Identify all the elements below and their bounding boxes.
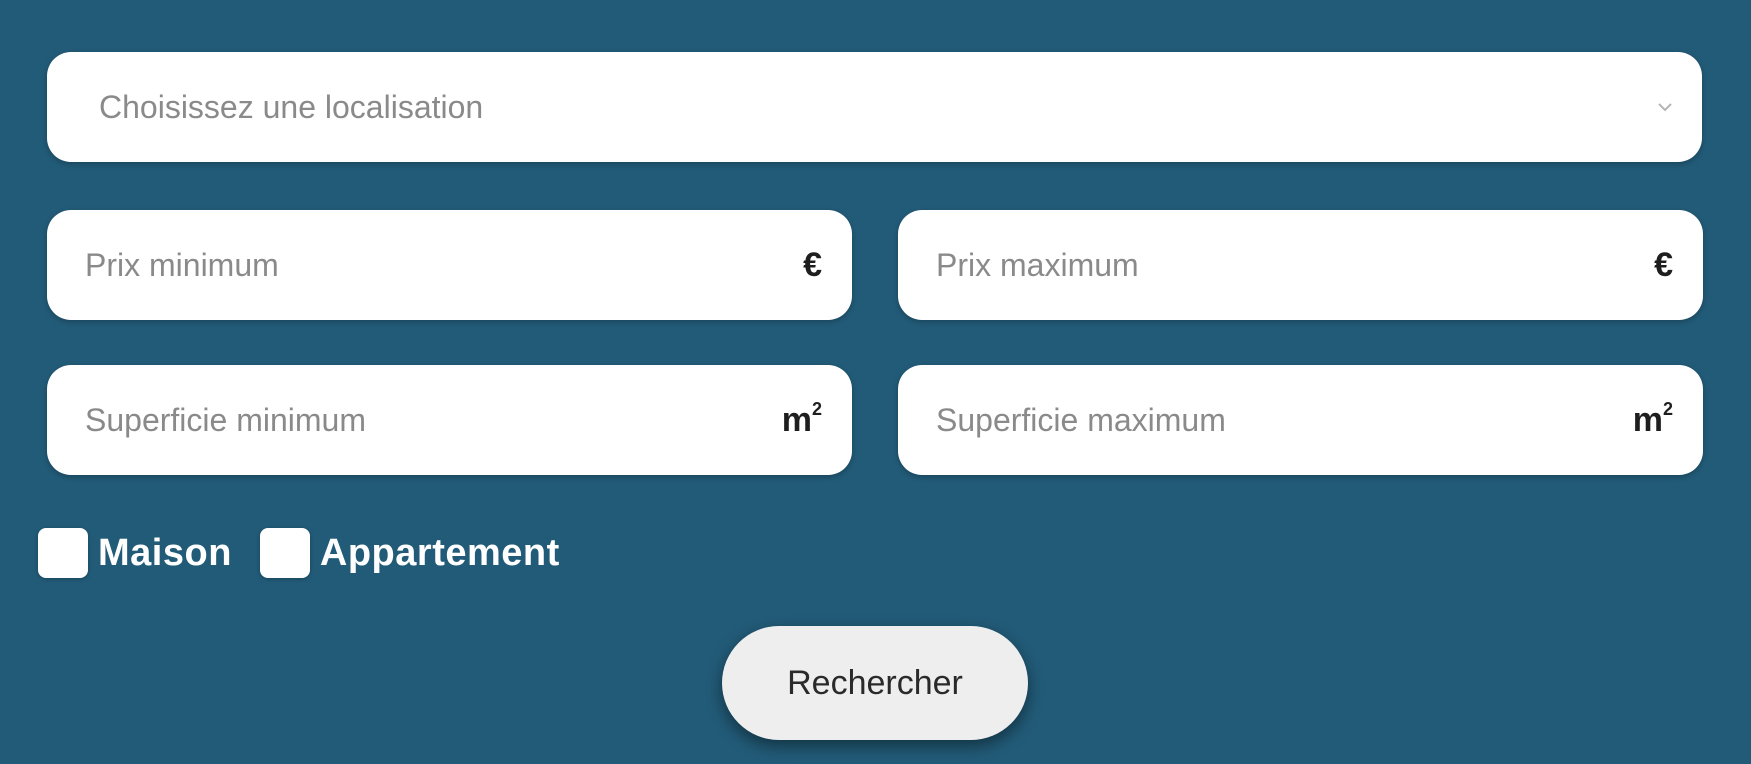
price-max-input[interactable]: Prix maximum €	[898, 210, 1703, 320]
checkbox-label: Maison	[98, 531, 232, 574]
euro-unit-label: €	[1654, 245, 1673, 284]
unit-base: m	[781, 400, 812, 439]
location-select[interactable]: Choisissez une localisation	[47, 52, 1702, 162]
price-max-placeholder: Prix maximum	[936, 246, 1139, 283]
checkbox-appartement[interactable]: Appartement	[259, 528, 560, 578]
location-placeholder: Choisissez une localisation	[99, 88, 484, 125]
checkbox-label: Appartement	[319, 531, 560, 574]
unit-base: m	[1632, 400, 1663, 439]
square-meter-unit-label: m2	[781, 398, 822, 440]
search-button[interactable]: Rechercher	[722, 626, 1028, 740]
surface-min-placeholder: Superficie minimum	[85, 401, 366, 438]
price-min-input[interactable]: Prix minimum €	[47, 210, 852, 320]
checkbox-box[interactable]	[259, 528, 310, 578]
unit-exponent: 2	[811, 398, 822, 419]
property-type-group: Maison Appartement	[38, 525, 588, 581]
unit-exponent: 2	[1662, 398, 1673, 419]
square-meter-unit-label: m2	[1632, 398, 1673, 440]
surface-max-input[interactable]: Superficie maximum m2	[898, 365, 1703, 475]
surface-min-input[interactable]: Superficie minimum m2	[47, 365, 852, 475]
euro-unit-label: €	[803, 245, 822, 284]
price-min-placeholder: Prix minimum	[85, 246, 279, 283]
checkbox-maison[interactable]: Maison	[38, 528, 232, 578]
checkbox-box[interactable]	[38, 528, 88, 578]
chevron-down-icon	[1658, 100, 1672, 114]
surface-max-placeholder: Superficie maximum	[936, 401, 1226, 438]
